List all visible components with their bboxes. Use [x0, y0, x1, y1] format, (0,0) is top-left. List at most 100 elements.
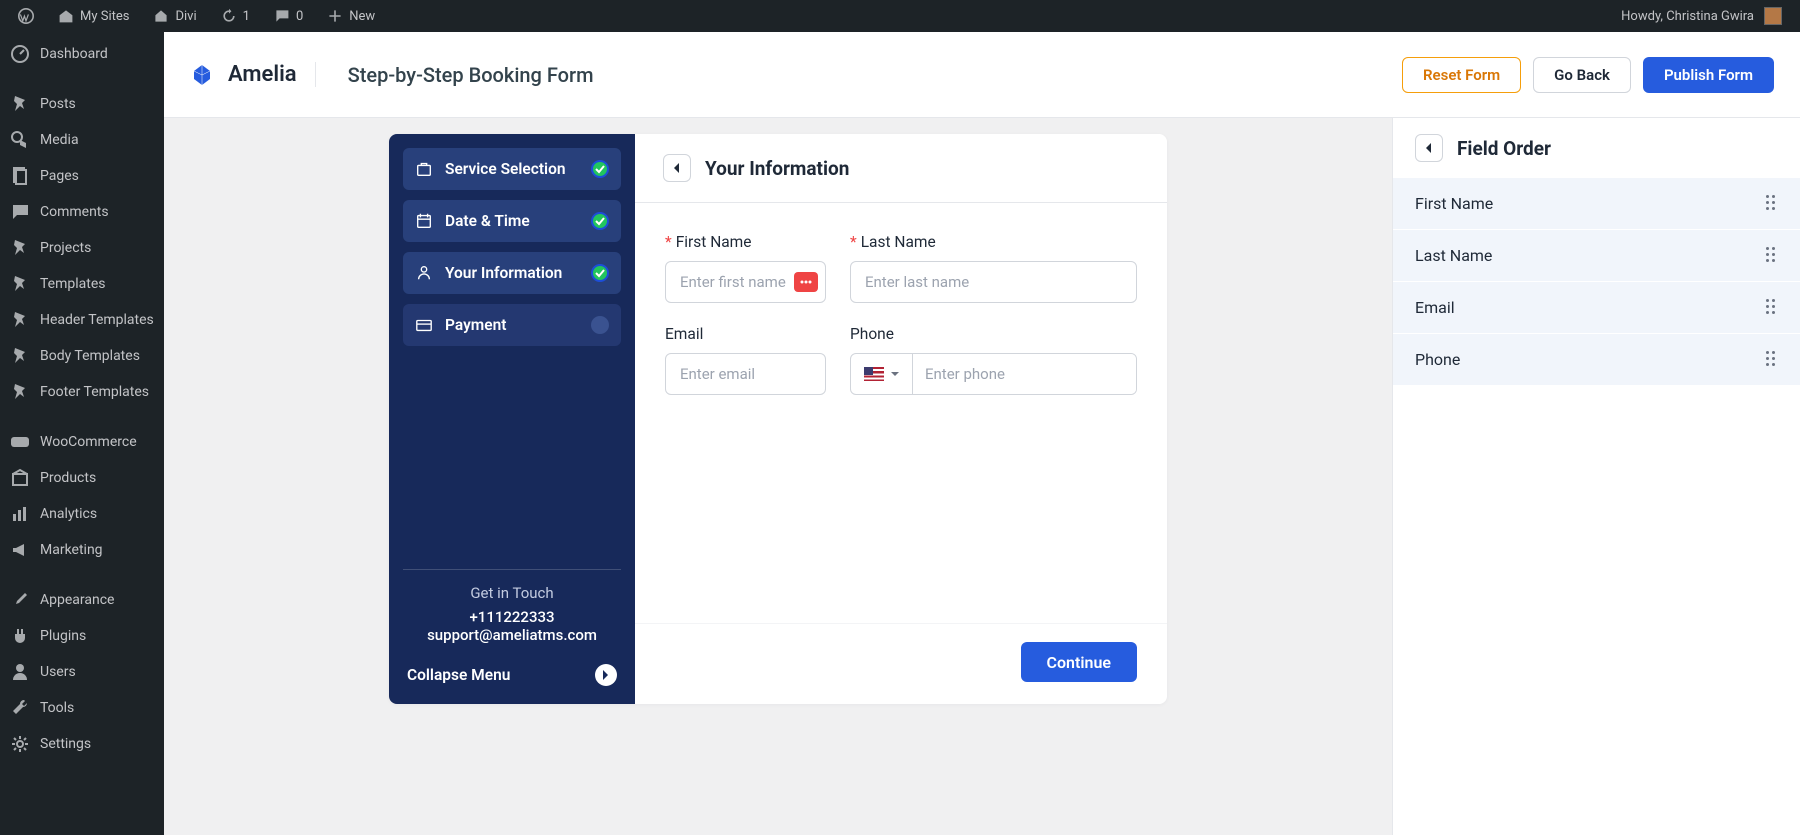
user-icon: [10, 662, 30, 682]
check-icon: [591, 160, 609, 178]
menu-label: Posts: [40, 96, 76, 112]
menu-posts[interactable]: Posts: [0, 86, 164, 122]
menu-label: Users: [40, 664, 76, 680]
step-your-information[interactable]: Your Information: [403, 252, 621, 294]
form-back-button[interactable]: [663, 154, 691, 182]
collapse-menu-button[interactable]: Collapse Menu: [403, 656, 621, 690]
pin-icon: [10, 94, 30, 114]
menu-footer-templates[interactable]: Footer Templates: [0, 374, 164, 410]
person-icon: [415, 264, 433, 282]
step-date-time[interactable]: Date & Time: [403, 200, 621, 242]
password-manager-icon[interactable]: [794, 272, 818, 292]
menu-pages[interactable]: Pages: [0, 158, 164, 194]
menu-products[interactable]: Products: [0, 460, 164, 496]
brand-name: Amelia: [228, 62, 316, 87]
menu-woocommerce[interactable]: WooCommerce: [0, 424, 164, 460]
publish-form-button[interactable]: Publish Form: [1643, 57, 1774, 93]
menu-label: Products: [40, 470, 96, 486]
field-order-item-phone[interactable]: Phone: [1393, 334, 1800, 386]
drag-handle-icon[interactable]: [1766, 195, 1778, 213]
menu-label: Media: [40, 132, 79, 148]
last-name-field: *Last Name: [850, 233, 1137, 303]
phone-country-selector[interactable]: [851, 354, 913, 394]
menu-comments[interactable]: Comments: [0, 194, 164, 230]
calendar-icon: [415, 212, 433, 230]
field-order-item-first-name[interactable]: First Name: [1393, 178, 1800, 230]
form-title: Your Information: [705, 157, 849, 180]
step-service-selection[interactable]: Service Selection: [403, 148, 621, 190]
my-sites-link[interactable]: My Sites: [48, 0, 139, 32]
drag-handle-icon[interactable]: [1766, 247, 1778, 265]
page-title: Step-by-Step Booking Form: [348, 63, 594, 87]
go-back-button[interactable]: Go Back: [1533, 57, 1631, 93]
field-order-label: Email: [1415, 298, 1455, 317]
menu-settings[interactable]: Settings: [0, 726, 164, 762]
check-icon: [591, 264, 609, 282]
field-order-panel: Field Order First Name Last Name Email P…: [1392, 118, 1800, 835]
field-order-back-button[interactable]: [1415, 134, 1443, 162]
site-link[interactable]: Divi: [143, 0, 206, 32]
menu-tools[interactable]: Tools: [0, 690, 164, 726]
email-field: Email: [665, 325, 826, 395]
step-payment[interactable]: Payment: [403, 304, 621, 346]
menu-users[interactable]: Users: [0, 654, 164, 690]
menu-label: Appearance: [40, 592, 114, 608]
dashboard-icon: [10, 44, 30, 64]
chevron-down-icon: [890, 369, 900, 379]
menu-media[interactable]: Media: [0, 122, 164, 158]
wp-admin-sidebar: Dashboard Posts Media Pages Comments Pro…: [0, 32, 164, 835]
continue-button[interactable]: Continue: [1021, 642, 1137, 682]
box-icon: [10, 468, 30, 488]
phone-input[interactable]: [913, 354, 1136, 394]
menu-dashboard[interactable]: Dashboard: [0, 36, 164, 72]
reset-form-button[interactable]: Reset Form: [1402, 57, 1521, 93]
menu-body-templates[interactable]: Body Templates: [0, 338, 164, 374]
new-link[interactable]: New: [317, 0, 385, 32]
check-icon: [591, 212, 609, 230]
last-name-input[interactable]: [850, 261, 1137, 303]
drag-handle-icon[interactable]: [1766, 299, 1778, 317]
comment-icon: [10, 202, 30, 222]
form-panel: Your Information *First Name *Last Name: [635, 134, 1167, 704]
wp-admin-bar: My Sites Divi 1 0 New Howdy, Christina G…: [0, 0, 1800, 32]
menu-templates[interactable]: Templates: [0, 266, 164, 302]
updates-count: 1: [243, 9, 250, 24]
user-avatar: [1764, 7, 1782, 25]
new-label: New: [349, 9, 375, 24]
email-input[interactable]: [665, 353, 826, 395]
menu-label: Templates: [40, 276, 106, 292]
comments-link[interactable]: 0: [264, 0, 313, 32]
menu-label: Analytics: [40, 506, 97, 522]
pin-icon: [10, 346, 30, 366]
woo-icon: [10, 432, 30, 452]
menu-analytics[interactable]: Analytics: [0, 496, 164, 532]
menu-appearance[interactable]: Appearance: [0, 582, 164, 618]
card-icon: [415, 316, 433, 334]
field-order-item-last-name[interactable]: Last Name: [1393, 230, 1800, 282]
menu-projects[interactable]: Projects: [0, 230, 164, 266]
contact-phone: +111222333: [407, 608, 617, 626]
updates-link[interactable]: 1: [211, 0, 260, 32]
megaphone-icon: [10, 540, 30, 560]
field-order-label: Last Name: [1415, 246, 1492, 265]
menu-header-templates[interactable]: Header Templates: [0, 302, 164, 338]
pin-icon: [10, 274, 30, 294]
menu-plugins[interactable]: Plugins: [0, 618, 164, 654]
chart-icon: [10, 504, 30, 524]
menu-label: Projects: [40, 240, 91, 256]
phone-field: Phone: [850, 325, 1137, 395]
howdy-label: Howdy, Christina Gwira: [1621, 9, 1754, 24]
menu-label: Tools: [40, 700, 74, 716]
drag-handle-icon[interactable]: [1766, 351, 1778, 369]
howdy-account[interactable]: Howdy, Christina Gwira: [1611, 0, 1792, 32]
field-order-label: Phone: [1415, 350, 1460, 369]
menu-marketing[interactable]: Marketing: [0, 532, 164, 568]
field-order-item-email[interactable]: Email: [1393, 282, 1800, 334]
arrow-right-icon: [595, 664, 617, 686]
email-label: Email: [665, 325, 826, 343]
page-icon: [10, 166, 30, 186]
pin-icon: [10, 238, 30, 258]
wp-logo[interactable]: [8, 0, 44, 32]
menu-label: Footer Templates: [40, 384, 149, 400]
field-order-title: Field Order: [1457, 137, 1551, 160]
